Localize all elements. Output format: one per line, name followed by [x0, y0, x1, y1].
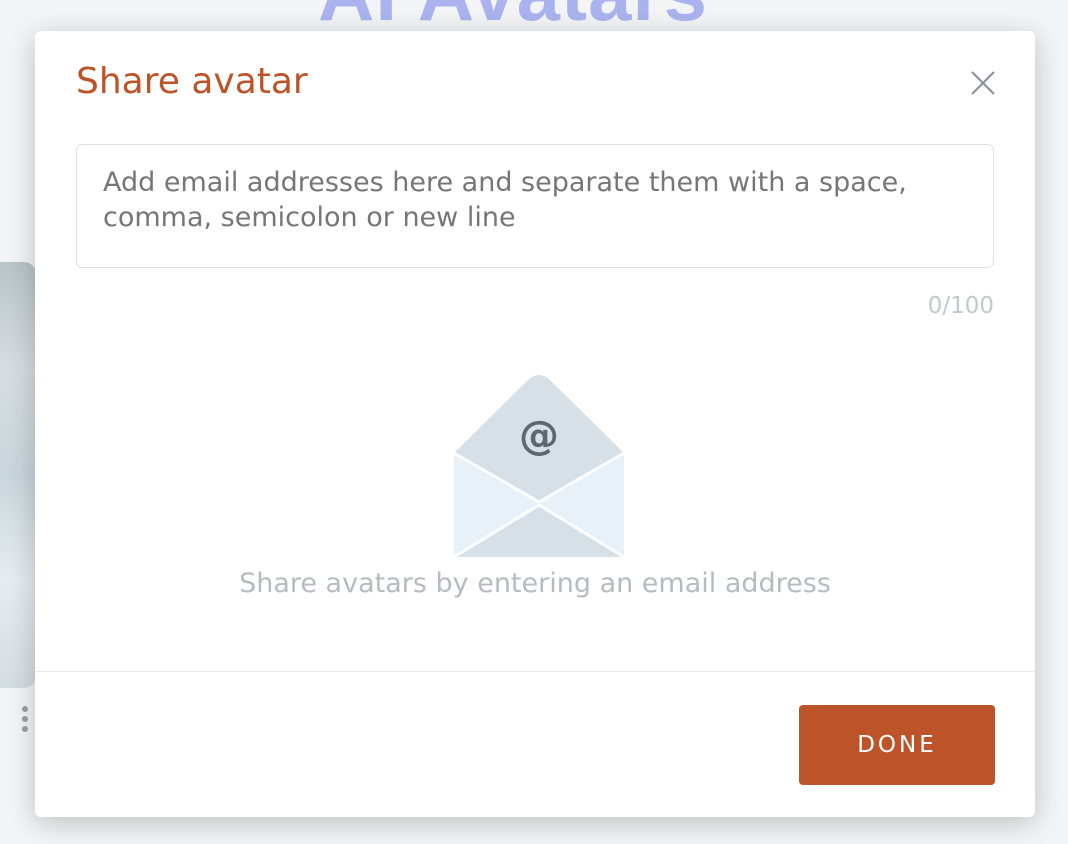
envelope-at-icon: @ — [453, 375, 625, 559]
character-counter: 0/100 — [927, 293, 994, 319]
background-avatar-card — [0, 262, 36, 688]
done-button[interactable]: DONE — [799, 705, 995, 785]
close-button[interactable] — [967, 67, 999, 99]
footer-divider — [35, 671, 1035, 672]
close-icon — [971, 71, 995, 95]
envelope-at-symbol: @ — [519, 413, 559, 459]
dialog-title: Share avatar — [76, 61, 308, 102]
email-input-box — [76, 144, 994, 268]
empty-state-message: Share avatars by entering an email addre… — [239, 568, 831, 599]
share-avatar-dialog: Share avatar 0/100 @ Share avatars by en… — [35, 31, 1035, 817]
email-addresses-input[interactable] — [77, 145, 993, 267]
more-options-icon — [22, 706, 30, 736]
